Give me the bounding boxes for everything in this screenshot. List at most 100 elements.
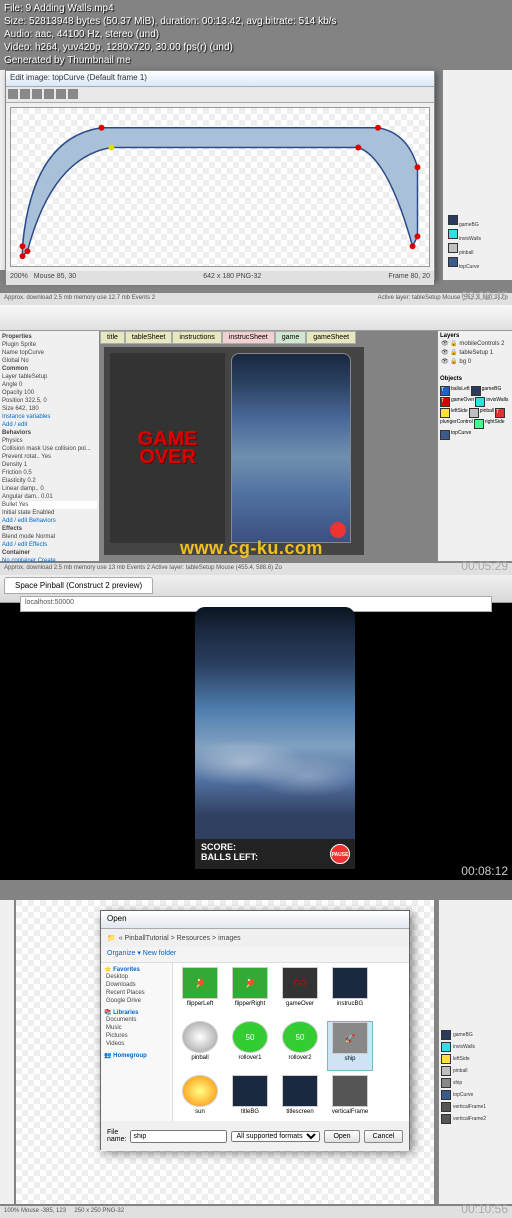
stop-button-icon[interactable] xyxy=(330,522,346,538)
obj-icon[interactable] xyxy=(441,1030,451,1040)
layer-item[interactable]: 👁 🔒 tableSetup 1 xyxy=(440,348,510,357)
file-item[interactable]: sun xyxy=(177,1075,223,1125)
sidebar-item-pictures[interactable]: Pictures xyxy=(104,1032,169,1040)
tab-game[interactable]: game xyxy=(275,331,307,344)
file-item[interactable]: 🏓flipperLeft xyxy=(177,967,223,1017)
obj-topcurve-icon[interactable] xyxy=(440,430,450,440)
obj-icon[interactable] xyxy=(441,1066,451,1076)
tool-sidebar[interactable] xyxy=(0,900,14,1204)
layer-item[interactable]: 👁 🔒 mobileControls 2 xyxy=(440,339,510,348)
dialog-toolbar[interactable]: Organize ▾ New folder xyxy=(101,947,409,963)
editor-statusbar: 200% Mouse 85, 30 642 x 180 PNG-32 Frame… xyxy=(6,271,434,285)
balls-label: BALLS LEFT: xyxy=(201,852,349,862)
obj-icon[interactable] xyxy=(441,1102,451,1112)
file-item[interactable]: 50rollover2 xyxy=(277,1021,323,1071)
obj-pinball-icon[interactable] xyxy=(469,408,479,418)
sidebar-item-gdrive[interactable]: Google Drive xyxy=(104,997,169,1005)
file-item[interactable]: titleBG xyxy=(227,1075,273,1125)
file-item[interactable]: GOgameOver xyxy=(277,967,323,1017)
layers-objects-panel[interactable]: Layers 👁 🔒 mobileControls 2 👁 🔒 tableSet… xyxy=(437,331,512,561)
obj-icon[interactable] xyxy=(441,1090,451,1100)
layout-canvas[interactable]: GAME OVER xyxy=(104,347,364,555)
dialog-footer: File name: All supported formats Open Ca… xyxy=(101,1121,409,1151)
dialog-titlebar[interactable]: Open xyxy=(101,911,409,929)
obj-inviswalls-icon[interactable] xyxy=(475,397,485,407)
sidebar-item-downloads[interactable]: Downloads xyxy=(104,981,169,989)
tab-gamesheet[interactable]: gameSheet xyxy=(306,331,356,344)
tool-icon[interactable] xyxy=(56,89,66,99)
swatch-inviswalls-icon[interactable] xyxy=(448,229,458,239)
timestamp: 00:02:45 xyxy=(461,289,508,303)
sidebar-item-desktop[interactable]: Desktop xyxy=(104,973,169,981)
tool-icon[interactable] xyxy=(68,89,78,99)
sidebar-item-videos[interactable]: Videos xyxy=(104,1040,169,1048)
swatch-topcurve-icon[interactable] xyxy=(448,257,458,267)
file-item[interactable]: 🏓flipperRight xyxy=(227,967,273,1017)
open-file-dialog: Open 📁 « PinballTutorial > Resources > i… xyxy=(100,910,410,1150)
swatch-pinball-icon[interactable] xyxy=(448,243,458,253)
file-item[interactable]: pinball xyxy=(177,1021,223,1071)
file-item-selected[interactable]: 🚀ship xyxy=(327,1021,373,1071)
tool-icon[interactable] xyxy=(44,89,54,99)
tab-instrucsheet[interactable]: instrucSheet xyxy=(222,331,275,344)
file-item[interactable]: verticalFrame xyxy=(327,1075,373,1125)
obj-icon[interactable] xyxy=(441,1054,451,1064)
obj-icon[interactable] xyxy=(441,1078,451,1088)
pause-button[interactable]: PAUSE xyxy=(330,844,350,864)
app-ribbon[interactable] xyxy=(0,305,512,331)
tab-tablesheet[interactable]: tableSheet xyxy=(125,331,172,344)
file-item[interactable]: titlescreen xyxy=(277,1075,323,1125)
filetype-select[interactable]: All supported formats xyxy=(231,1131,320,1142)
obj-icon[interactable] xyxy=(441,1114,451,1124)
obj-rightside-icon[interactable] xyxy=(474,419,484,429)
filename-input[interactable] xyxy=(130,1130,227,1143)
tool-icon[interactable] xyxy=(32,89,42,99)
watermark: www.cg-ku.com xyxy=(180,538,323,559)
app-statusbar: Approx. download 2.5 mb memory use 12.7 … xyxy=(0,293,512,305)
properties-panel[interactable]: Properties Plugin Sprite Name topCurve G… xyxy=(0,331,100,561)
obj-gameover-icon[interactable]: T xyxy=(440,397,450,407)
window-titlebar[interactable]: Edit image: topCurve (Default frame 1) xyxy=(6,71,434,87)
open-button[interactable]: Open xyxy=(324,1130,359,1143)
game-layout-preview[interactable] xyxy=(231,353,351,543)
game-preview[interactable]: SCORE: BALLS LEFT: PAUSE xyxy=(195,607,355,869)
meta-file: File: 9 Adding Walls.mp4 xyxy=(4,2,336,15)
tool-icon[interactable] xyxy=(8,89,18,99)
file-grid[interactable]: 🏓flipperLeft 🏓flipperRight GOgameOver in… xyxy=(173,963,409,1121)
sidebar-item-music[interactable]: Music xyxy=(104,1024,169,1032)
panel-browser-preview: Space Pinball (Construct 2 preview) loca… xyxy=(0,575,512,880)
cancel-button[interactable]: Cancel xyxy=(364,1130,404,1143)
objects-panel[interactable]: gameBG invisWalls pinball topCurve xyxy=(442,70,512,280)
folder-icon: 📁 xyxy=(107,934,116,942)
obj-plunger-icon[interactable]: T xyxy=(495,408,505,418)
swatch-gamebg-icon[interactable] xyxy=(448,215,458,225)
app-statusbar: Approx. download 2.5 mb memory use 13 mb… xyxy=(0,563,512,575)
file-item[interactable]: 50rollover1 xyxy=(227,1021,273,1071)
gameover-sprite[interactable]: GAME OVER xyxy=(110,353,225,543)
sidebar-item-documents[interactable]: Documents xyxy=(104,1016,169,1024)
gameover-text: OVER xyxy=(139,448,196,466)
obj-leftside-icon[interactable] xyxy=(440,408,450,418)
layer-item[interactable]: 👁 🔒 bg 0 xyxy=(440,357,510,366)
file-item[interactable]: instrucBG xyxy=(327,967,373,1017)
game-hud: SCORE: BALLS LEFT: PAUSE xyxy=(195,839,355,869)
tab-title[interactable]: title xyxy=(100,331,125,344)
browser-tab[interactable]: Space Pinball (Construct 2 preview) xyxy=(4,577,153,594)
sidebar-item-recent[interactable]: Recent Places xyxy=(104,989,169,997)
timestamp: 00:10:56 xyxy=(461,1202,508,1216)
meta-size: Size: 52813948 bytes (50.37 MiB), durati… xyxy=(4,15,336,28)
score-label: SCORE: xyxy=(201,842,349,852)
dialog-breadcrumb[interactable]: 📁 « PinballTutorial > Resources > images xyxy=(101,929,409,947)
dialog-sidebar[interactable]: ⭐ Favorites Desktop Downloads Recent Pla… xyxy=(101,963,173,1121)
objects-panel[interactable]: gameBG invisWalls leftSide pinball ship … xyxy=(438,900,512,1204)
obj-icon[interactable] xyxy=(441,1042,451,1052)
editor-toolbar[interactable] xyxy=(6,87,434,103)
meta-video: Video: h264, yuv420p, 1280x720, 30.00 fp… xyxy=(4,41,336,54)
tab-instructions[interactable]: instructions xyxy=(172,331,221,344)
editor-canvas[interactable] xyxy=(10,107,430,267)
tool-icon[interactable] xyxy=(20,89,30,99)
timestamp: 00:08:12 xyxy=(461,864,508,878)
obj-gamebg-icon[interactable] xyxy=(471,386,481,396)
obj-ballsleft-icon[interactable]: T xyxy=(440,386,450,396)
thumbnail-metadata: File: 9 Adding Walls.mp4 Size: 52813948 … xyxy=(4,2,336,67)
